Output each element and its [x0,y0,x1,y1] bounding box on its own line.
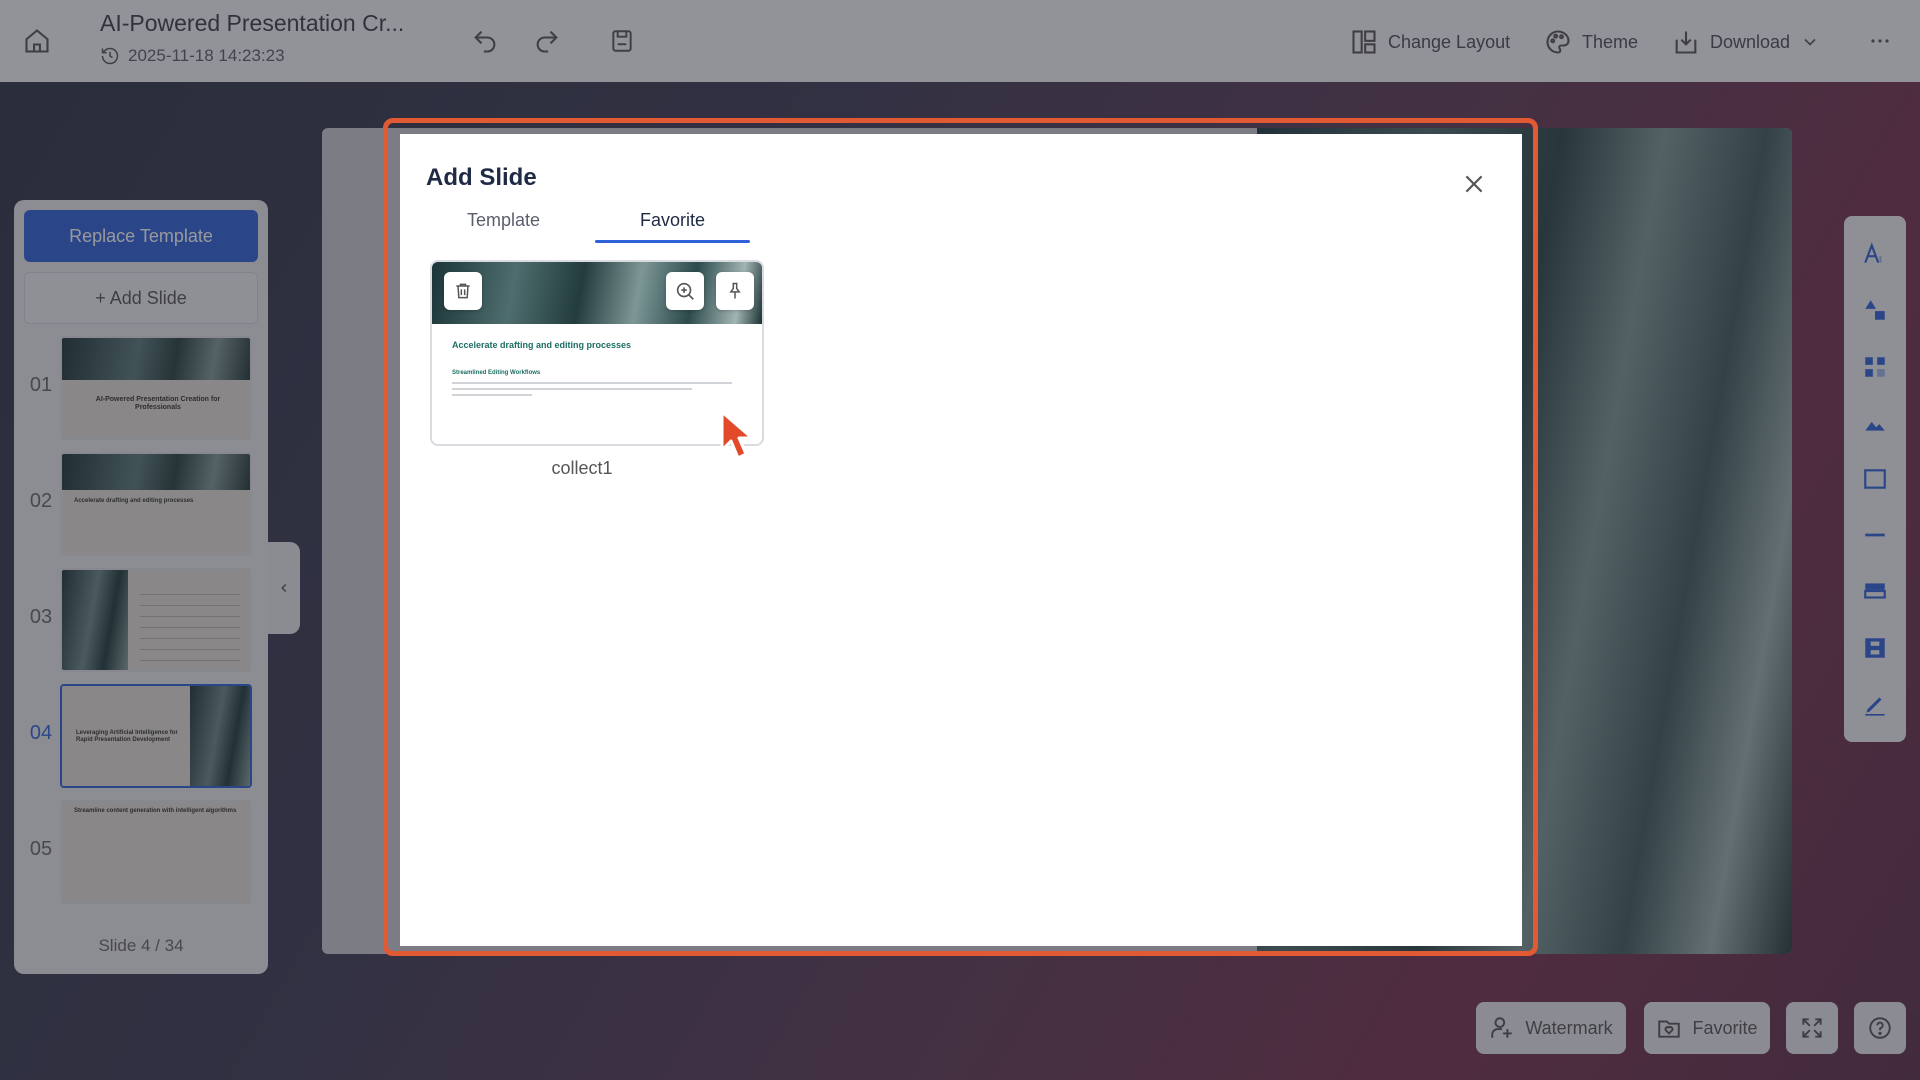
card-slide-heading: Accelerate drafting and editing processe… [452,340,632,350]
tab-template[interactable]: Template [467,210,540,231]
add-slide-dialog: Add Slide Template Favorite Accelerate d… [400,134,1522,946]
card-text-line [452,394,532,396]
zoom-in-icon [676,282,694,300]
dialog-title: Add Slide [426,164,537,191]
pin-icon [729,282,741,299]
pin-button[interactable] [716,272,754,310]
preview-button[interactable] [666,272,704,310]
card-text-line [452,382,732,384]
favorite-slide-card[interactable]: Accelerate drafting and editing processe… [430,260,764,446]
card-slide-subheading: Streamlined Editing Workflows [452,370,541,376]
trash-icon [456,283,470,299]
card-text-line [452,388,692,390]
tab-favorite[interactable]: Favorite [640,210,705,231]
favorite-item-label: collect1 [551,458,613,478]
mouse-cursor-icon [720,410,754,460]
delete-button[interactable] [444,272,482,310]
close-button[interactable] [1458,168,1490,200]
active-tab-indicator [595,240,750,243]
close-icon [1465,175,1483,193]
